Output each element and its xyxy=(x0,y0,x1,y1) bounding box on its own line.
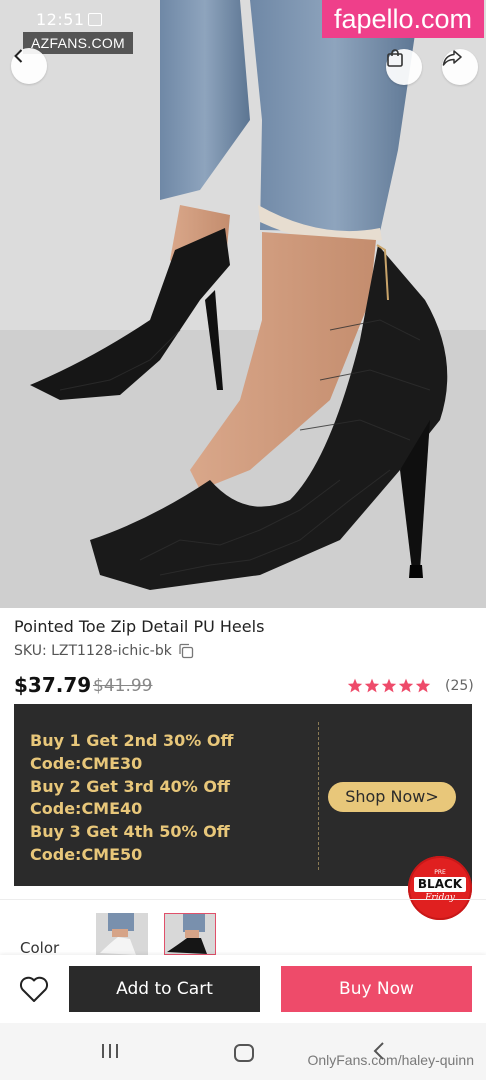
badge-black: BLACK xyxy=(414,877,466,892)
share-button[interactable] xyxy=(442,49,478,85)
promo-line: Code:CME30 xyxy=(30,753,143,773)
shop-now-button[interactable]: Shop Now> xyxy=(328,782,456,812)
cart-bag-button[interactable] xyxy=(386,49,422,85)
heart-icon xyxy=(19,976,49,1002)
back-button[interactable] xyxy=(11,48,47,84)
recent-apps-icon[interactable] xyxy=(100,1043,120,1059)
star-icon xyxy=(381,678,397,693)
bottom-action-bar: Add to Cart Buy Now xyxy=(0,955,486,1023)
original-price: $41.99 xyxy=(93,676,153,696)
product-title: Pointed Toe Zip Detail PU Heels xyxy=(14,617,265,636)
sku-text: SKU: LZT1128-ichic-bk xyxy=(14,643,172,659)
buy-now-button[interactable]: Buy Now xyxy=(281,966,472,1012)
gallery-notification-icon xyxy=(88,13,102,26)
watermark-onlyfans: OnlyFans.com/haley-quinn xyxy=(307,1052,474,1068)
white-shoe-thumbnail xyxy=(96,913,148,955)
badge-pre: PRE xyxy=(434,869,446,876)
copy-icon[interactable] xyxy=(178,643,194,659)
add-to-cart-button[interactable]: Add to Cart xyxy=(69,966,260,1012)
promo-line: Code:CME40 xyxy=(30,799,143,819)
review-count[interactable]: (25) xyxy=(445,678,474,694)
promo-offers: Buy 1 Get 2nd 30% Off Code:CME30 Buy 2 G… xyxy=(30,730,233,867)
home-icon[interactable] xyxy=(234,1044,254,1062)
star-icon xyxy=(398,678,414,693)
section-divider xyxy=(0,899,486,900)
rating-stars[interactable] xyxy=(347,678,431,693)
product-sku: SKU: LZT1128-ichic-bk xyxy=(14,643,194,659)
wishlist-button[interactable] xyxy=(18,974,50,1004)
promo-divider xyxy=(318,722,319,870)
promo-line: Buy 1 Get 2nd 30% Off xyxy=(30,731,234,750)
color-option-white[interactable] xyxy=(96,913,148,955)
product-photo xyxy=(0,0,486,608)
star-icon xyxy=(415,678,431,693)
promo-banner[interactable]: Buy 1 Get 2nd 30% Off Code:CME30 Buy 2 G… xyxy=(14,704,472,886)
promo-line: Buy 3 Get 4th 50% Off xyxy=(30,822,230,842)
watermark-fapello: fapello.com xyxy=(322,0,484,38)
black-shoe-thumbnail xyxy=(165,914,215,954)
chevron-left-icon xyxy=(14,49,23,63)
product-image[interactable]: 12:51 AZFANS.COM fapello.com xyxy=(0,0,486,608)
shopping-bag-icon xyxy=(387,49,403,67)
promo-line: Buy 2 Get 3rd 40% Off xyxy=(30,776,230,796)
system-navigation-bar: OnlyFans.com/haley-quinn xyxy=(0,1023,486,1080)
star-icon xyxy=(364,678,380,693)
badge-friday: Friday xyxy=(425,893,455,903)
current-price: $37.79 xyxy=(14,673,92,697)
star-icon xyxy=(347,678,363,693)
share-arrow-icon xyxy=(442,50,462,66)
color-option-black[interactable] xyxy=(164,913,216,955)
black-friday-badge[interactable]: PRE BLACK Friday xyxy=(408,856,472,920)
promo-line: Code:CME50 xyxy=(30,844,143,864)
status-time: 12:51 xyxy=(36,10,85,29)
